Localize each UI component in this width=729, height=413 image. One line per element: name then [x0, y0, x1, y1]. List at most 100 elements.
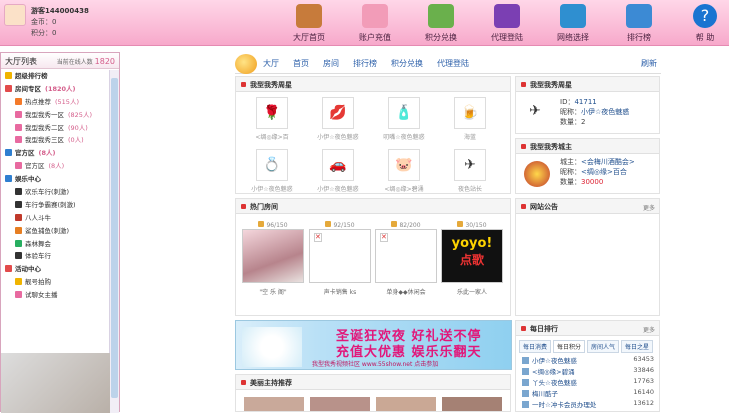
gift-caption: 海蓝: [463, 134, 476, 141]
rank-row[interactable]: 一时☆冲卡会员办理处 13612: [522, 399, 660, 409]
scroll-thumb[interactable]: [111, 78, 118, 398]
rank-row[interactable]: 丫头☆夜色魅惑 17763: [522, 377, 660, 387]
lock-icon: [325, 221, 332, 227]
gift-caption: 叨嘴☆夜色魅惑: [383, 134, 425, 141]
sidebar-item[interactable]: 我型我秀二区 (90人): [1, 122, 109, 135]
panel-dot-icon: [241, 82, 246, 87]
rank-tab[interactable]: 每日之星: [621, 340, 654, 353]
room-image[interactable]: yoyo! 点歌: [441, 229, 503, 283]
sidebar-item[interactable]: 热点推荐 (515人): [1, 96, 109, 109]
promo-banner[interactable]: 圣诞狂欢夜 好礼送不停 充值大优惠 娱乐乐翻天 我型我秀视频社区 www.55s…: [235, 320, 512, 370]
room-card[interactable]: 92/150 ✕ 声卡销售 ks: [309, 221, 371, 296]
king-qty: 数量：30000: [560, 178, 604, 186]
main-link[interactable]: 首页: [293, 58, 309, 69]
gift-icon: 🚗: [322, 149, 354, 181]
sidebar-item-label: 我型我秀三区: [25, 136, 64, 145]
sidebar-item[interactable]: 超级排行榜: [1, 70, 109, 83]
nav-item[interactable]: 网络选择: [540, 4, 606, 44]
sidebar-item[interactable]: 欢乐车行(刺激): [1, 186, 109, 199]
sidebar-item-label: 森林舞会: [25, 239, 51, 248]
gift-item[interactable]: 💋 小伊☆夜色魅惑: [312, 97, 364, 141]
sidebar-item[interactable]: 靓号拍购: [1, 276, 109, 289]
gift-icon: 🍺: [454, 97, 486, 129]
nav-item[interactable]: ? 帮 助: [672, 4, 729, 44]
refresh-link[interactable]: 刷新: [641, 58, 657, 69]
sidebar-item[interactable]: 鲨鱼捕鱼(刺激): [1, 225, 109, 238]
host-photo[interactable]: [1, 353, 110, 413]
sidebar-item[interactable]: 娱乐中心: [1, 173, 109, 186]
rank-user-icon: [522, 368, 529, 375]
sidebar-item[interactable]: 体验车行: [1, 250, 109, 263]
more-link[interactable]: 更多: [643, 203, 655, 212]
category-icon: [5, 175, 12, 183]
room-card[interactable]: 96/150 "空 乐 阁": [242, 221, 304, 296]
king-name: 城主：<会梅川酒酷会>: [560, 158, 635, 166]
gift-icon: 💋: [322, 97, 354, 129]
sidebar-item[interactable]: 我型我秀一区 (825人): [1, 109, 109, 122]
host-thumb[interactable]: [310, 397, 370, 411]
main-link[interactable]: 代理登陆: [437, 58, 469, 69]
sidebar-scrollbar[interactable]: [109, 70, 119, 413]
panel-title: 网站公告: [530, 203, 558, 211]
gift-item[interactable]: 🍺 海蓝: [444, 97, 496, 141]
sidebar-item[interactable]: 官方区 (8人): [1, 147, 109, 160]
nav-item[interactable]: 排行榜: [606, 4, 672, 44]
sidebar-item[interactable]: 试聊女主播: [1, 289, 109, 302]
gift-item[interactable]: ✈ 夜色站长: [444, 149, 496, 193]
user-name: 游客144000438: [31, 7, 89, 15]
gift-item[interactable]: 🧴 叨嘴☆夜色魅惑: [378, 97, 430, 141]
room-name: "空 乐 阁": [259, 289, 287, 296]
host-thumb[interactable]: [244, 397, 304, 411]
rank-row[interactable]: 梅川酷子 16140: [522, 388, 660, 398]
sidebar-item-label: 娱乐中心: [15, 175, 41, 184]
rank-value: 33846: [633, 366, 654, 374]
host-thumb[interactable]: [442, 397, 502, 411]
yoyo-sub: 点歌: [459, 253, 484, 267]
nav-item[interactable]: 账户充值: [342, 4, 408, 44]
main-link[interactable]: 积分兑换: [391, 58, 423, 69]
rank-row[interactable]: <绸◎缘>碧涌 33846: [522, 366, 660, 376]
sidebar-item-label: 官方区: [15, 149, 35, 158]
room-card[interactable]: 30/150 yoyo! 点歌 乐此一家人: [441, 221, 503, 296]
gift-item[interactable]: 🐷 <绸◎缘>碧涌: [378, 149, 430, 193]
sidebar-item-count: (515人): [55, 97, 79, 106]
sidebar-item[interactable]: 活动中心: [1, 263, 109, 276]
rank-user-icon: [522, 379, 529, 386]
panel-dot-icon: [521, 326, 526, 331]
rank-user-icon: [522, 357, 529, 364]
rank-tab[interactable]: 房间人气: [587, 340, 620, 353]
gift-item[interactable]: 💍 小伊☆夜色魅惑: [246, 149, 298, 193]
room-image[interactable]: [242, 229, 304, 283]
nav-item[interactable]: 代理登陆: [474, 4, 540, 44]
rank-tab[interactable]: 每日消费: [519, 340, 552, 353]
panel-dot-icon: [241, 204, 246, 209]
sidebar-item[interactable]: 八人斗牛: [1, 212, 109, 225]
main-link[interactable]: 排行榜: [353, 58, 377, 69]
room-card[interactable]: 82/200 ✕ 单身◆◆休闲会: [375, 221, 437, 296]
hall-logo-icon: [235, 54, 257, 74]
sidebar-item[interactable]: 官方区 (8人): [1, 160, 109, 173]
sidebar-item-label: 八人斗牛: [25, 213, 51, 222]
sidebar-item[interactable]: 房间专区 (1820人): [1, 83, 109, 96]
main-link[interactable]: 大厅: [263, 58, 279, 69]
nav-item[interactable]: 积分兑换: [408, 4, 474, 44]
rank-row[interactable]: 小伊☆夜色魅惑 63453: [522, 355, 660, 365]
nav-item[interactable]: 大厅首页: [276, 4, 342, 44]
gift-item[interactable]: 🌹 <绸◎缘>百: [246, 97, 298, 141]
gift-caption: 夜色站长: [457, 186, 482, 193]
main-link[interactable]: 房间: [323, 58, 339, 69]
room-image[interactable]: ✕: [375, 229, 437, 283]
sidebar-item[interactable]: 森林舞会: [1, 238, 109, 251]
sidebar-item[interactable]: 我型我秀三区 (0人): [1, 134, 109, 147]
room-image[interactable]: ✕: [309, 229, 371, 283]
category-icon: [15, 97, 22, 105]
host-thumb[interactable]: [376, 397, 436, 411]
gift-item[interactable]: 🚗 小伊☆夜色魅惑: [312, 149, 364, 193]
room-occupancy: 96/150: [242, 221, 304, 229]
hot-rooms-panel: 热门房间 96/150 "空 乐 阁" 92/150 ✕ 声卡销售 ks 82/200 ✕ 单…: [235, 198, 511, 316]
sidebar-item[interactable]: 车行争霸赛(刺激): [1, 199, 109, 212]
rank-tab[interactable]: 每日积分: [553, 340, 586, 353]
gift-icon: 🧴: [388, 97, 420, 129]
more-link[interactable]: 更多: [643, 325, 655, 334]
user-avatar[interactable]: [4, 4, 26, 26]
